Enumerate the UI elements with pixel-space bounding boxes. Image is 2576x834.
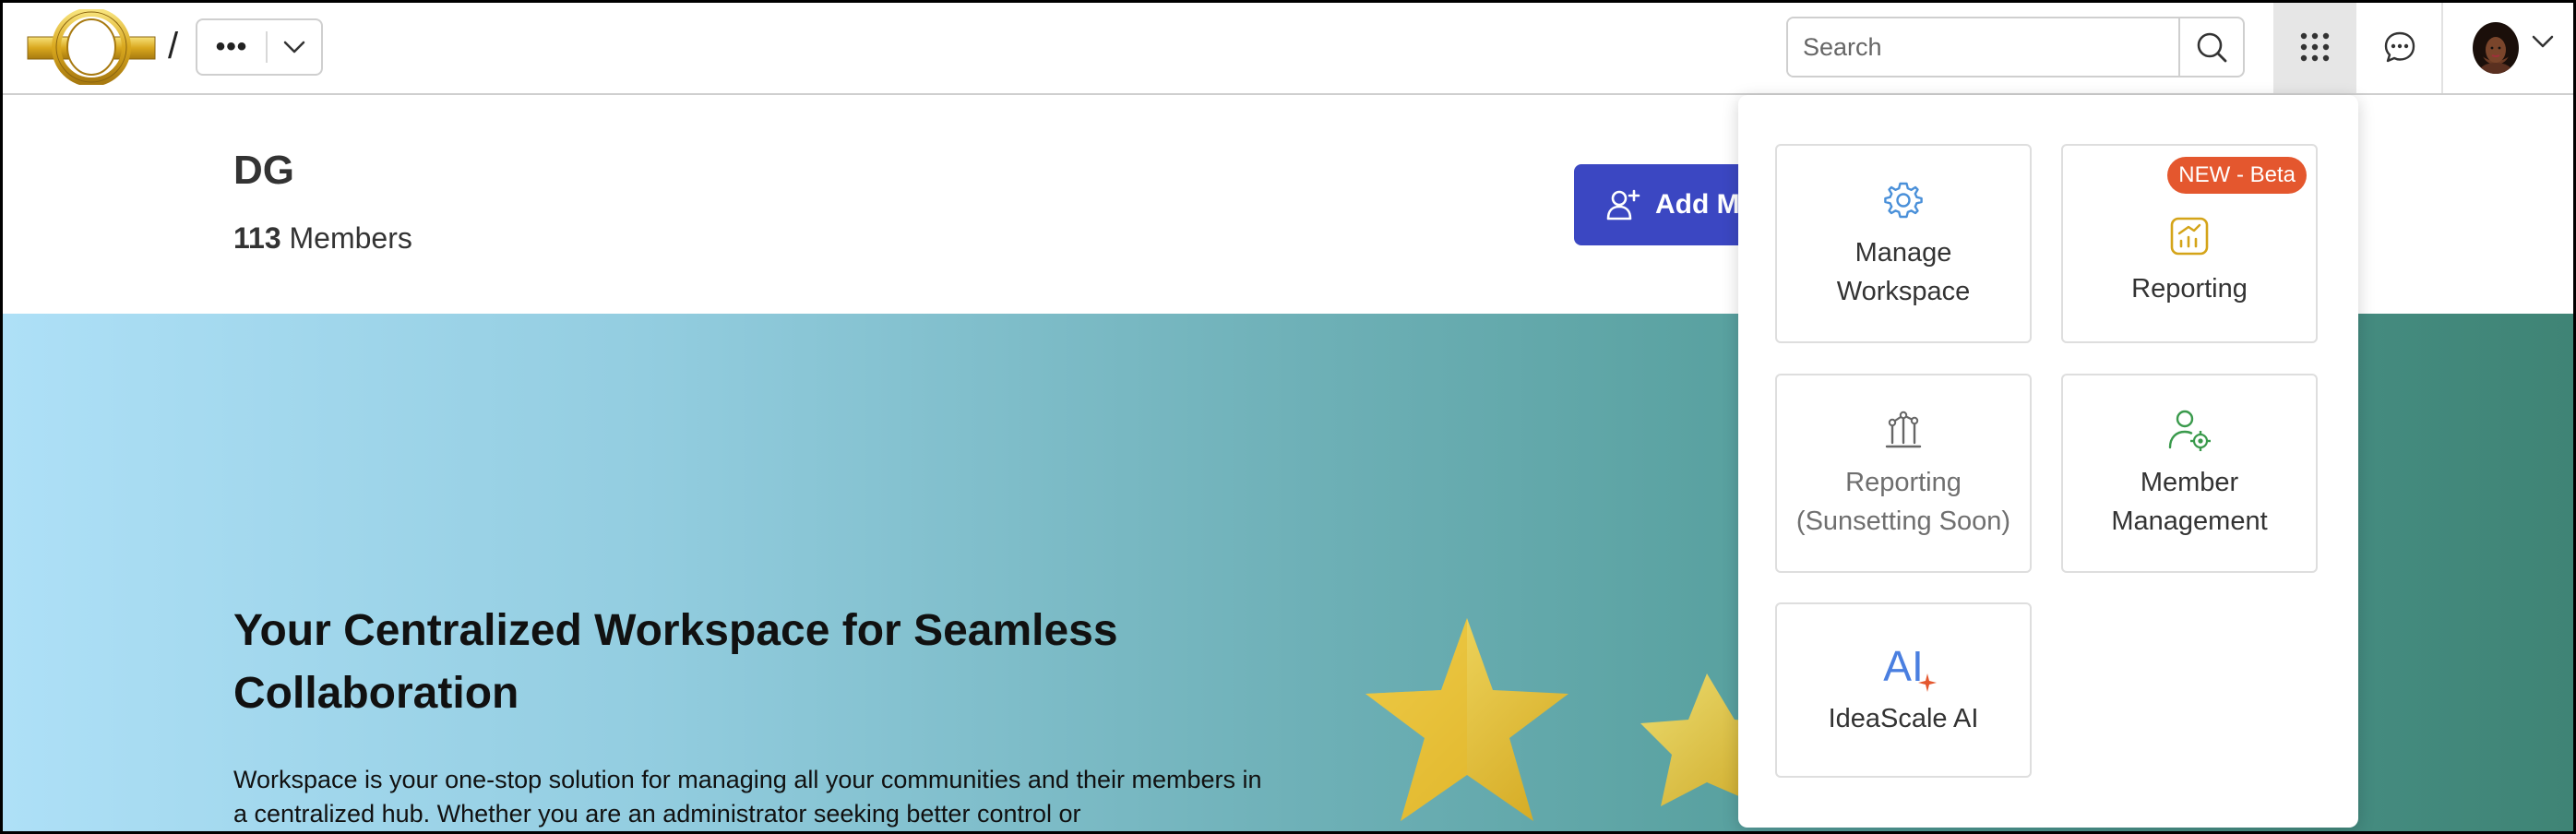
tile-reporting-sunsetting[interactable]: Reporting (Sunsetting Soon): [1775, 374, 2032, 573]
search-input[interactable]: [1788, 18, 2178, 76]
apps-dropdown-menu: Manage Workspace NEW - Beta Reporting Re…: [1738, 95, 2358, 828]
hero-description: Workspace is your one-stop solution for …: [233, 766, 1262, 828]
user-settings-icon: [2166, 406, 2212, 454]
tile-label: Manage Workspace: [1836, 238, 1971, 306]
top-navigation-bar: / •••: [0, 0, 2576, 95]
tile-manage-workspace[interactable]: Manage Workspace: [1775, 144, 2032, 343]
chat-icon: [2384, 31, 2415, 62]
member-count-label: Members: [289, 221, 412, 255]
messages-button[interactable]: [2358, 0, 2441, 93]
ai-icon: AI: [1883, 642, 1937, 692]
breadcrumb-separator: /: [168, 26, 179, 66]
more-icon[interactable]: •••: [197, 20, 266, 74]
new-beta-badge: NEW - Beta: [2167, 157, 2307, 194]
search-box: [1786, 17, 2245, 77]
chart-icon: [2168, 212, 2211, 260]
avatar[interactable]: [2473, 22, 2519, 74]
hero-title: Your Centralized Workspace for Seamless …: [233, 606, 1118, 718]
chevron-down-icon[interactable]: [268, 20, 321, 74]
tile-ideascale-ai[interactable]: AI IdeaScale AI: [1775, 602, 2032, 778]
tile-label: Reporting (Sunsetting Soon): [1795, 468, 2011, 536]
gear-icon: [1881, 176, 1926, 224]
divider: [2441, 0, 2443, 93]
tile-label: IdeaScale AI: [1828, 704, 1979, 733]
tile-label: Reporting: [2131, 274, 2248, 304]
tile-reporting[interactable]: NEW - Beta Reporting: [2061, 144, 2318, 343]
tile-member-management[interactable]: Member Management: [2061, 374, 2318, 573]
grid-icon: [2300, 32, 2330, 61]
workspace-title: DG: [233, 148, 294, 193]
breadcrumb-switcher[interactable]: •••: [196, 18, 323, 76]
logo-icon[interactable]: [26, 7, 157, 87]
tile-label: Member Management: [2111, 468, 2268, 536]
add-user-icon: [1606, 189, 1640, 220]
search-button[interactable]: [2178, 18, 2243, 76]
search-icon: [2197, 32, 2227, 63]
member-count-number: 113: [233, 221, 281, 255]
chevron-down-icon[interactable]: [2532, 35, 2554, 53]
member-count: 113 Members: [233, 221, 412, 256]
metrics-icon: [1881, 406, 1926, 454]
apps-grid-button[interactable]: [2273, 0, 2356, 93]
